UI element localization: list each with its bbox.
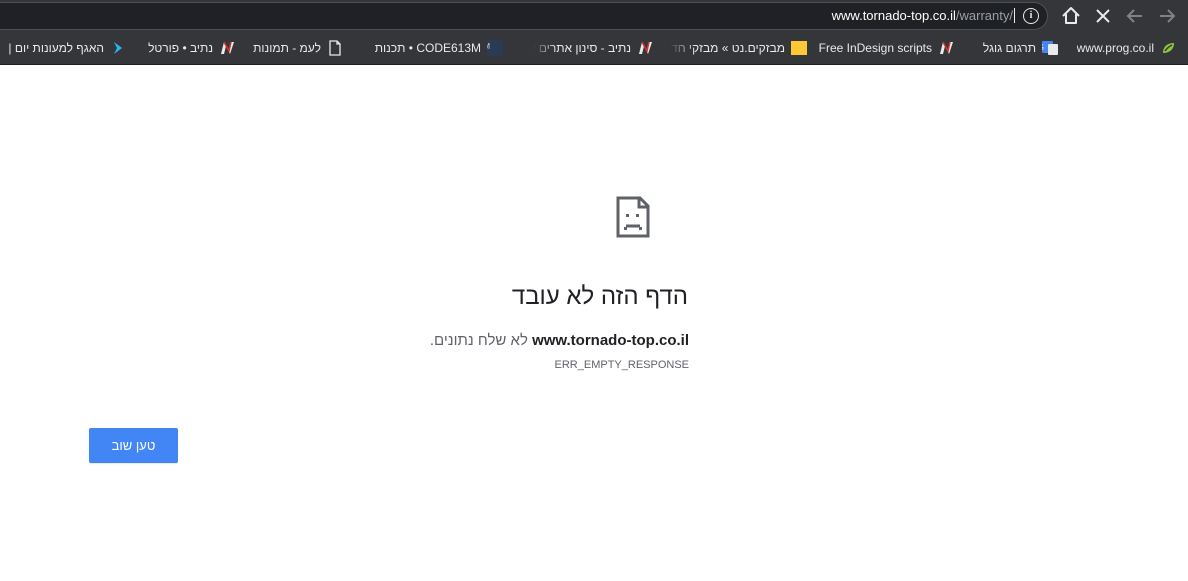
bookmark-label: נתיב • פורטל <box>148 41 213 55</box>
url-host: www.tornado-top.co.il <box>831 8 956 23</box>
forward-button[interactable] <box>1155 4 1179 28</box>
error-title: הדף הזה לא עובד <box>511 283 688 310</box>
bookmark-label: לעמ - תמונות <box>253 41 321 55</box>
bookmark-label: www.prog.co.il <box>1076 41 1154 55</box>
netiv-n-icon <box>637 40 653 56</box>
text-caret <box>1014 8 1015 23</box>
bookmark-netiv-filter[interactable]: נתיב - סינון אתרים / א <box>533 40 653 56</box>
bookmark-label: מבזקים.נט » מבזקי חד <box>671 41 785 55</box>
svg-text:M: M <box>487 42 490 51</box>
stop-button[interactable] <box>1091 4 1115 28</box>
sad-page-icon <box>616 196 650 242</box>
bookmark-netiv-portal[interactable]: נתיב • פורטל <box>148 40 235 56</box>
code613-icon: M <box>483 40 503 56</box>
error-message: לא שלח נתונים. <box>429 332 528 349</box>
google-translate-icon: G <box>1038 40 1058 56</box>
address-bar[interactable]: www.tornado-top.co.il/warranty/ i <box>0 2 1048 30</box>
netiv-n-icon <box>938 40 954 56</box>
svg-text:G: G <box>1042 43 1044 52</box>
netiv-n-icon <box>219 40 235 56</box>
back-button[interactable] <box>1123 4 1147 28</box>
yellow-folder-icon <box>791 40 807 56</box>
bookmark-label: נתיב - סינון אתרים / א <box>533 41 631 55</box>
bookmark-label: Free InDesign scripts <box>818 41 932 55</box>
error-code: ERR_EMPTY_RESPONSE <box>554 359 689 371</box>
home-button[interactable] <box>1059 4 1083 28</box>
bookmark-laam-images[interactable]: לעמ - תמונות <box>253 40 343 56</box>
arrow-right-icon <box>1160 9 1176 23</box>
bookmark-google-translate[interactable]: G תרגום גוגל <box>983 40 1058 56</box>
bookmark-label: CODE613M • תכנות <box>374 41 481 55</box>
page-icon <box>327 40 343 56</box>
error-description: www.tornado-top.co.il לא שלח נתונים. <box>430 332 689 349</box>
prog-leaf-icon <box>1160 40 1176 56</box>
bookmark-indesign-scripts[interactable]: Free InDesign scripts <box>819 40 954 56</box>
arrow-left-icon <box>1126 9 1142 23</box>
error-host: www.tornado-top.co.il <box>532 332 689 349</box>
reload-button[interactable]: טען שוב <box>89 428 178 463</box>
home-icon <box>1062 7 1080 24</box>
bookmark-mivzakim[interactable]: מבזקים.נט » מבזקי חד <box>669 40 807 56</box>
browser-toolbar: www.tornado-top.co.il/warranty/ i <box>0 0 1188 33</box>
bookmark-prog[interactable]: www.prog.co.il <box>1077 40 1176 56</box>
url-path: /warranty/ <box>955 8 1013 23</box>
site-info-icon[interactable]: i <box>1023 8 1039 24</box>
bookmark-daycare-dept[interactable]: האגף למעונות יום | <box>8 40 126 56</box>
bookmark-code613m[interactable]: M CODE613M • תכנות <box>375 40 503 56</box>
bookmark-label: האגף למעונות יום | <box>8 41 104 55</box>
bookmark-label: תרגום גוגל <box>982 41 1036 55</box>
close-icon <box>1096 9 1110 23</box>
url-text[interactable]: www.tornado-top.co.il/warranty/ <box>832 8 1015 23</box>
blue-chevron-icon <box>110 40 126 56</box>
bookmarks-bar: www.prog.co.il G תרגום גוגל Free InDesig… <box>0 33 1188 65</box>
